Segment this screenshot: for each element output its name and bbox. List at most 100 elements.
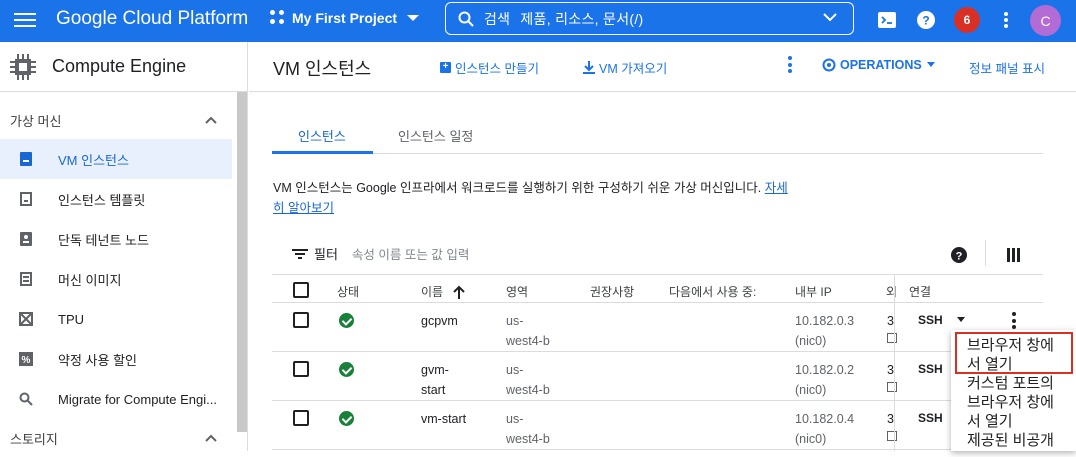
row-more-icon[interactable] (1012, 312, 1016, 332)
sidebar-item-instance-templates[interactable]: 인스턴스 템플릿 (0, 179, 232, 219)
column-name[interactable]: 이름 (421, 283, 465, 300)
zone-cell: us-west4-b (506, 314, 550, 348)
project-icon (270, 10, 286, 26)
tab-instance-schedules[interactable]: 인스턴스 일정 (398, 126, 473, 145)
menu-item-open-custom-port[interactable]: 커스텀 포트의 브라우저 창에 서 열기 (951, 374, 1076, 431)
brand-title[interactable]: Google Cloud Platform (56, 8, 248, 30)
filter-bar[interactable]: 필터 속성 이름 또는 값 입력 (292, 244, 469, 263)
more-vert-icon[interactable] (788, 56, 792, 76)
external-link-icon[interactable] (887, 333, 897, 343)
info-panel-button[interactable]: 정보 패널 표시 (969, 58, 1045, 77)
column-name-label: 이름 (421, 285, 444, 299)
operations-icon (822, 58, 836, 72)
operations-label: OPERATIONS (840, 58, 922, 72)
external-link-icon[interactable] (887, 431, 897, 441)
download-icon (583, 61, 595, 74)
external-ip-cell: 3 (887, 412, 894, 426)
machine-image-icon (18, 271, 34, 287)
filter-icon (292, 248, 308, 259)
sidebar-item-tpu[interactable]: TPU (0, 299, 232, 339)
search-input[interactable]: 검색 제품, 리소스, 문서(/) (445, 2, 854, 35)
help-icon[interactable]: ? (948, 244, 970, 266)
sidebar-item-vm-instances[interactable]: VM 인스턴스 (0, 139, 232, 179)
instance-name-link[interactable]: gcpvm (421, 311, 458, 331)
zone-cell: us-west4-b (506, 363, 550, 397)
table-header: 상태 이름 영역 권장사항 다음에서 사용 중: 내부 IP 외 연결 (272, 274, 1043, 303)
project-selector[interactable]: My First Project (270, 10, 420, 26)
column-zone[interactable]: 영역 (506, 283, 528, 300)
import-vm-button[interactable]: VM 가져오기 (583, 58, 667, 77)
cloud-shell-icon[interactable] (876, 9, 898, 31)
operations-button[interactable]: OPERATIONS (822, 58, 936, 72)
internal-ip-cell: 10.182.0.4 (nic0) (795, 412, 855, 446)
sole-tenant-icon (18, 231, 34, 247)
compute-engine-icon (10, 53, 36, 80)
chevron-up-icon (205, 116, 217, 124)
avatar[interactable]: C (1030, 5, 1061, 36)
internal-ip-cell: 10.182.0.2 (nic0) (795, 363, 855, 397)
chevron-down-icon[interactable] (823, 12, 837, 22)
instance-name-link[interactable]: vm-start (421, 409, 466, 429)
percent-icon: % (18, 351, 34, 367)
sidebar-scrollbar[interactable] (237, 92, 247, 432)
ssh-button[interactable]: SSH (918, 362, 943, 376)
product-title: Compute Engine (52, 56, 187, 76)
status-running-icon (339, 411, 354, 426)
external-ip-cell: 3 (887, 314, 894, 328)
more-vert-icon[interactable] (995, 9, 1017, 31)
column-status[interactable]: 상태 (337, 283, 359, 300)
project-name: My First Project (292, 10, 398, 26)
column-internal-ip[interactable]: 내부 IP (795, 283, 832, 300)
column-display-icon[interactable] (1003, 244, 1025, 266)
instance-name-link[interactable]: gvm-start (421, 360, 449, 400)
description: VM 인스턴스는 Google 인프라에서 워크로드를 실행하기 위한 구성하기… (273, 178, 793, 218)
tab-bar: 인스턴스 인스턴스 일정 (272, 120, 1043, 154)
menu-icon[interactable] (14, 9, 36, 31)
sidebar-item-committed-use[interactable]: % 약정 사용 할인 (0, 339, 232, 379)
column-in-use-by[interactable]: 다음에서 사용 중: (669, 283, 756, 300)
tab-instances[interactable]: 인스턴스 (298, 126, 346, 145)
create-instance-button[interactable]: + 인스턴스 만들기 (440, 58, 539, 77)
row-checkbox[interactable] (293, 410, 309, 426)
template-icon (18, 191, 34, 207)
search-label: 검색 (484, 10, 511, 27)
menu-item-private-key[interactable]: 제공된 비공개 (951, 431, 1076, 450)
row-checkbox[interactable] (293, 312, 309, 328)
column-recommendations[interactable]: 권장사항 (590, 283, 634, 300)
column-divider (894, 274, 895, 451)
info-panel-label: 정보 패널 표시 (969, 62, 1045, 76)
ssh-button[interactable]: SSH (918, 313, 943, 327)
sidebar-item-label: 인스턴스 템플릿 (58, 192, 146, 208)
sidebar-item-label: TPU (58, 311, 84, 327)
table-row[interactable]: vm-start us-west4-b 10.182.0.4 (nic0) 3 S… (272, 401, 1043, 450)
sidebar-item-machine-images[interactable]: 머신 이미지 (0, 259, 232, 299)
top-bar: Google Cloud Platform My First Project 검… (0, 0, 1076, 42)
section-storage[interactable]: 스토리지 (0, 419, 247, 457)
ssh-dropdown-icon[interactable] (957, 317, 965, 322)
sidebar-item-label: Migrate for Compute Engi... (58, 391, 217, 407)
highlight-box (955, 332, 1073, 374)
column-external-ip[interactable]: 외 (886, 283, 897, 300)
arrow-up-icon (453, 285, 465, 299)
status-running-icon (339, 362, 354, 377)
column-connect[interactable]: 연결 (909, 283, 931, 300)
vm-instance-icon (18, 151, 34, 167)
select-all-checkbox[interactable] (293, 282, 309, 298)
filter-label: 필터 (314, 247, 338, 262)
filter-input[interactable]: 속성 이름 또는 값 입력 (352, 244, 469, 263)
section-virtual-machines[interactable]: 가상 머신 (0, 101, 247, 139)
section-label: 스토리지 (10, 431, 58, 447)
ssh-button[interactable]: SSH (918, 411, 943, 425)
help-icon[interactable]: ? (915, 9, 937, 31)
notification-badge[interactable]: 6 (954, 7, 980, 33)
sidebar-item-sole-tenant[interactable]: 단독 테넌트 노드 (0, 219, 232, 259)
tpu-icon (18, 311, 34, 327)
table-row[interactable]: gvm-start us-west4-b 10.182.0.2 (nic0) 3 … (272, 352, 1043, 401)
vm-table: 상태 이름 영역 권장사항 다음에서 사용 중: 내부 IP 외 연결 gcpv… (272, 274, 1043, 451)
sidebar-header: Compute Engine (0, 42, 247, 92)
sidebar-item-migrate[interactable]: Migrate for Compute Engi... (0, 379, 232, 419)
add-icon: + (440, 62, 451, 73)
row-checkbox[interactable] (293, 361, 309, 377)
table-row[interactable]: gcpvm us-west4-b 10.182.0.3 (nic0) 3 SSH (272, 303, 1043, 352)
external-link-icon[interactable] (887, 382, 897, 392)
